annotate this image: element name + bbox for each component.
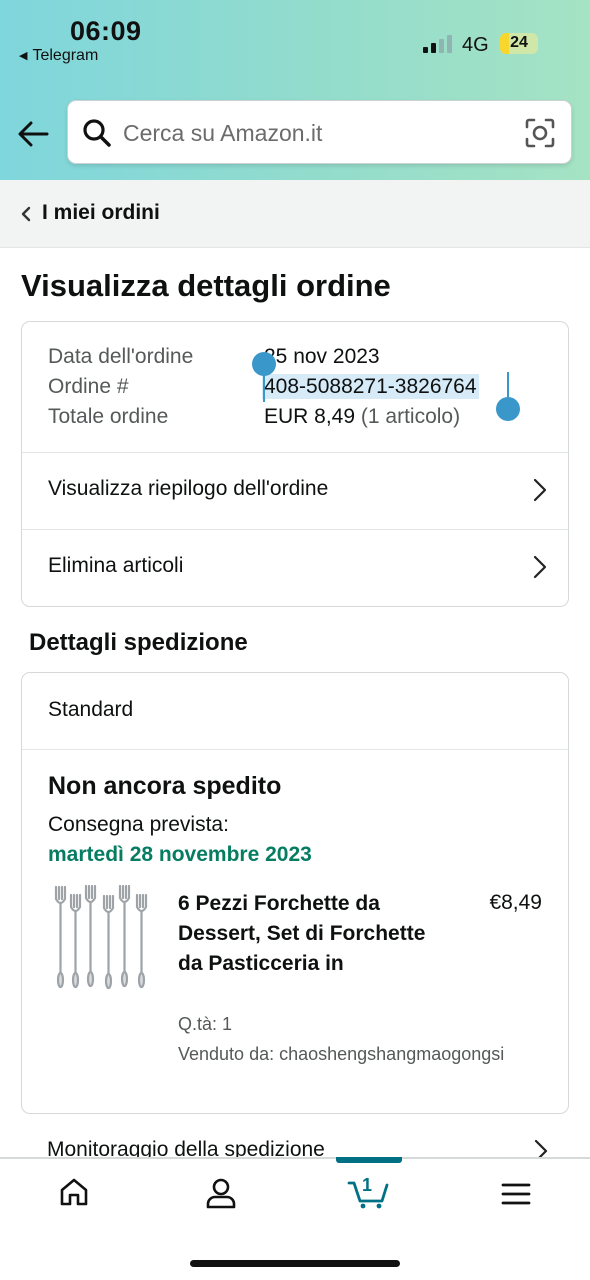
order-total-amount: EUR 8,49: [264, 405, 356, 428]
battery-icon: 24: [500, 33, 538, 54]
search-icon: [83, 119, 111, 147]
order-total-items: (1 articolo): [360, 405, 461, 428]
network-type: 4G: [462, 34, 489, 56]
product-price: €8,49: [489, 891, 542, 914]
selection-start-handle[interactable]: [252, 352, 276, 376]
tab-cart[interactable]: 1: [329, 1159, 409, 1235]
app-header: 06:09 ◀ Telegram 4G 24: [0, 0, 590, 180]
order-number-label: Ordine #: [48, 375, 129, 398]
order-total-value: EUR 8,49 (1 articolo): [264, 405, 460, 429]
menu-icon: [501, 1183, 531, 1205]
back-arrow-icon[interactable]: [16, 117, 50, 151]
order-date-label: Data dell'ordine: [48, 345, 194, 368]
cart-count-badge: 1: [361, 1175, 372, 1195]
shipment-status: Non ancora spedito: [48, 772, 282, 800]
shipping-method: Standard: [48, 698, 134, 721]
order-date-value: 25 nov 2023: [264, 345, 380, 368]
order-summary-label: Visualizza riepilogo dell'ordine: [48, 477, 329, 500]
selection-end-handle[interactable]: [496, 397, 520, 421]
back-to-app-link[interactable]: ◀ Telegram: [19, 47, 98, 65]
expected-delivery-label: Consegna prevista:: [48, 813, 229, 836]
chevron-right-icon: [533, 478, 547, 502]
order-info-card: Data dell'ordine 25 nov 2023 Ordine # 40…: [21, 321, 569, 607]
tab-menu[interactable]: [476, 1159, 556, 1235]
selected-order-number[interactable]: 408-5088271-3826764: [262, 374, 479, 399]
breadcrumb[interactable]: I miei ordini: [0, 180, 590, 248]
order-total-label: Totale ordine: [48, 405, 169, 428]
breadcrumb-label: I miei ordini: [42, 201, 160, 224]
signal-icon: [423, 35, 453, 53]
back-app-label: Telegram: [32, 47, 99, 64]
search-input[interactable]: [123, 115, 503, 151]
order-summary-link[interactable]: Visualizza riepilogo dell'ordine: [22, 452, 568, 529]
search-bar[interactable]: [67, 100, 572, 164]
tab-account[interactable]: [181, 1159, 261, 1235]
camera-search-icon[interactable]: [524, 117, 556, 149]
divider: [22, 749, 568, 750]
page-title: Visualizza dettagli ordine: [21, 268, 391, 303]
order-number-value[interactable]: 408-5088271-3826764: [262, 374, 479, 399]
home-indicator[interactable]: [190, 1260, 400, 1267]
shipment-card: Standard Non ancora spedito Consegna pre…: [21, 672, 569, 1114]
back-triangle-icon: ◀: [19, 50, 28, 62]
shipping-section-title: Dettagli spedizione: [29, 629, 248, 656]
product-quantity: Q.tà: 1: [178, 1014, 233, 1034]
tab-home[interactable]: [34, 1159, 114, 1235]
expected-delivery-date: martedì 28 novembre 2023: [48, 843, 312, 866]
chevron-right-icon: [533, 555, 547, 579]
status-time: 06:09: [70, 16, 142, 46]
product-image[interactable]: [48, 885, 158, 997]
chevron-left-icon: [21, 206, 31, 222]
account-icon: [206, 1178, 236, 1209]
product-title[interactable]: 6 Pezzi Forchette da Dessert, Set di For…: [178, 889, 428, 979]
product-seller: Venduto da: chaoshengshangmaogongsi: [178, 1044, 505, 1064]
battery-level: 24: [510, 34, 528, 51]
home-icon: [60, 1178, 88, 1206]
delete-items-label: Elimina articoli: [48, 554, 184, 577]
delete-items-link[interactable]: Elimina articoli: [22, 529, 568, 606]
